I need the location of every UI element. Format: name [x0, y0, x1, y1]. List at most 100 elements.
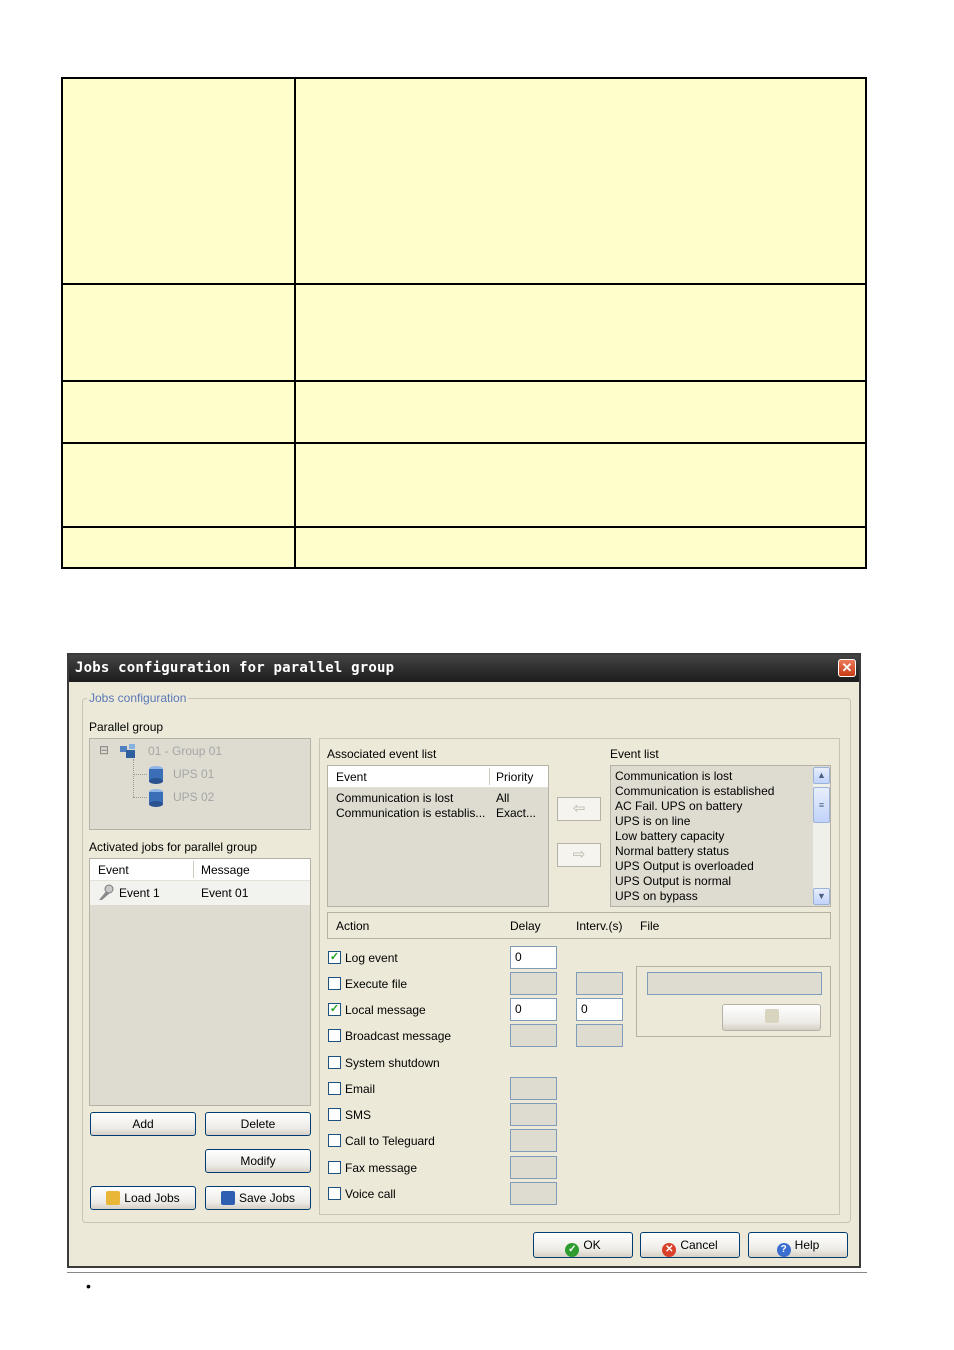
- event-list-item[interactable]: Low battery capacity: [615, 829, 724, 844]
- tree-child-label[interactable]: UPS 02: [173, 790, 214, 804]
- column-header-event[interactable]: Event: [336, 770, 367, 784]
- event-list-item[interactable]: UPS Output is normal: [615, 874, 731, 889]
- column-header-message[interactable]: Message: [201, 863, 250, 877]
- file-path-input[interactable]: [647, 972, 822, 995]
- event-list-item[interactable]: AC Fail. UPS on battery: [615, 799, 742, 814]
- arrow-right-icon[interactable]: ⇨: [557, 843, 601, 867]
- activated-jobs-list[interactable]: Event Message Event 1 Event 01: [89, 858, 311, 1106]
- email-delay-input[interactable]: [510, 1077, 557, 1100]
- broadcast-message-label[interactable]: Broadcast message: [345, 1029, 451, 1043]
- system-shutdown-checkbox[interactable]: [328, 1056, 341, 1069]
- voice-call-delay-input[interactable]: [510, 1182, 557, 1205]
- title-bar[interactable]: Jobs configuration for parallel group ✕: [69, 655, 859, 682]
- broadcast-message-checkbox[interactable]: [328, 1029, 341, 1042]
- ok-button[interactable]: ✓ OK: [533, 1232, 633, 1258]
- save-jobs-button[interactable]: Save Jobs: [205, 1186, 311, 1210]
- table-cell: [61, 283, 296, 382]
- column-separator[interactable]: [193, 861, 194, 878]
- column-header-interval: Interv.(s): [576, 919, 623, 933]
- column-header-priority[interactable]: Priority: [496, 770, 533, 784]
- execute-file-label[interactable]: Execute file: [345, 977, 407, 991]
- broadcast-delay-input[interactable]: [510, 1024, 557, 1047]
- fax-delay-input[interactable]: [510, 1156, 557, 1179]
- log-event-delay-input[interactable]: 0: [510, 946, 557, 969]
- tree-root-label[interactable]: 01 - Group 01: [148, 744, 222, 758]
- execute-file-checkbox[interactable]: [328, 977, 341, 990]
- scroll-thumb[interactable]: ≡: [813, 787, 830, 823]
- local-message-interval-input[interactable]: 0: [576, 998, 623, 1021]
- column-separator[interactable]: [489, 768, 490, 785]
- table-cell: [294, 380, 867, 444]
- modify-button[interactable]: Modify: [205, 1149, 311, 1173]
- column-header-event[interactable]: Event: [98, 863, 129, 877]
- event-list-scrollbar[interactable]: ▲ ≡ ▼: [813, 767, 830, 905]
- file-groupbox: [636, 966, 831, 1037]
- tree-child-label[interactable]: UPS 01: [173, 767, 214, 781]
- associated-priority-item[interactable]: Exact...: [496, 806, 536, 821]
- execute-file-interval-input[interactable]: [576, 972, 623, 995]
- teleguard-checkbox[interactable]: [328, 1134, 341, 1147]
- associated-event-item[interactable]: Communication is establis...: [336, 806, 485, 821]
- load-jobs-label: Load Jobs: [124, 1191, 180, 1205]
- system-shutdown-label[interactable]: System shutdown: [345, 1056, 440, 1070]
- local-message-delay-input[interactable]: 0: [510, 998, 557, 1021]
- event-list-item[interactable]: Communication is lost: [615, 769, 732, 784]
- event-list-item[interactable]: Communication is established: [615, 784, 774, 799]
- bullet-point: •: [86, 1278, 91, 1294]
- load-jobs-button[interactable]: Load Jobs: [90, 1186, 196, 1210]
- sms-delay-input[interactable]: [510, 1103, 557, 1126]
- associated-priority-item[interactable]: All: [496, 791, 509, 806]
- event-list-item[interactable]: Normal battery status: [615, 844, 729, 859]
- add-button[interactable]: Add: [90, 1112, 196, 1136]
- collapse-icon[interactable]: ⊟: [99, 743, 109, 757]
- delete-button[interactable]: Delete: [205, 1112, 311, 1136]
- sms-label[interactable]: SMS: [345, 1108, 371, 1122]
- sms-checkbox[interactable]: [328, 1108, 341, 1121]
- table-cell: [294, 526, 867, 569]
- browse-button[interactable]: [722, 1004, 821, 1031]
- associated-event-list[interactable]: Event Priority Communication is lost All…: [327, 765, 549, 907]
- event-list-item[interactable]: UPS Output is overloaded: [615, 859, 754, 874]
- scroll-up-icon[interactable]: ▲: [813, 767, 830, 784]
- local-message-checkbox[interactable]: ✓: [328, 1003, 341, 1016]
- parallel-group-tree[interactable]: ⊟ 01 - Group 01 UPS 01 UPS 02: [89, 738, 311, 830]
- local-message-label[interactable]: Local message: [345, 1003, 426, 1017]
- help-button[interactable]: ? Help: [748, 1232, 848, 1258]
- column-header-delay: Delay: [510, 919, 541, 933]
- list-item[interactable]: Event 1 Event 01: [90, 881, 310, 905]
- email-checkbox[interactable]: [328, 1082, 341, 1095]
- close-icon[interactable]: ✕: [838, 659, 856, 677]
- tree-line: [133, 774, 147, 775]
- fax-checkbox[interactable]: [328, 1161, 341, 1174]
- table-cell: [61, 380, 296, 444]
- jobs-config-dialog: Jobs configuration for parallel group ✕ …: [67, 653, 861, 1268]
- footer-divider: [67, 1272, 867, 1273]
- arrow-left-icon[interactable]: ⇦: [557, 797, 601, 821]
- log-event-label[interactable]: Log event: [345, 951, 398, 965]
- help-label: Help: [794, 1238, 820, 1252]
- event-list-label: Event list: [610, 747, 659, 761]
- associated-event-item[interactable]: Communication is lost: [336, 791, 453, 806]
- voice-call-label[interactable]: Voice call: [345, 1187, 396, 1201]
- email-label[interactable]: Email: [345, 1082, 375, 1096]
- scroll-down-icon[interactable]: ▼: [813, 888, 830, 905]
- ok-label: OK: [583, 1238, 601, 1252]
- ups-icon: [148, 766, 164, 784]
- parallel-group-label: Parallel group: [89, 720, 164, 734]
- teleguard-label[interactable]: Call to Teleguard: [345, 1134, 435, 1148]
- event-list-item[interactable]: UPS is on line: [615, 814, 690, 829]
- broadcast-interval-input[interactable]: [576, 1024, 623, 1047]
- teleguard-delay-input[interactable]: [510, 1129, 557, 1152]
- execute-file-delay-input[interactable]: [510, 972, 557, 995]
- log-event-checkbox[interactable]: ✓: [328, 951, 341, 964]
- info-table: [61, 77, 867, 569]
- fax-label[interactable]: Fax message: [345, 1161, 417, 1175]
- voice-call-checkbox[interactable]: [328, 1187, 341, 1200]
- help-icon: ?: [776, 1243, 791, 1257]
- cancel-button[interactable]: ✕ Cancel: [640, 1232, 740, 1258]
- event-list-item[interactable]: UPS on bypass: [615, 889, 698, 904]
- action-header: Action Delay Interv.(s) File: [327, 912, 831, 939]
- job-message: Event 01: [201, 886, 249, 900]
- event-list[interactable]: Communication is lost Communication is e…: [610, 765, 831, 907]
- table-cell: [61, 77, 296, 285]
